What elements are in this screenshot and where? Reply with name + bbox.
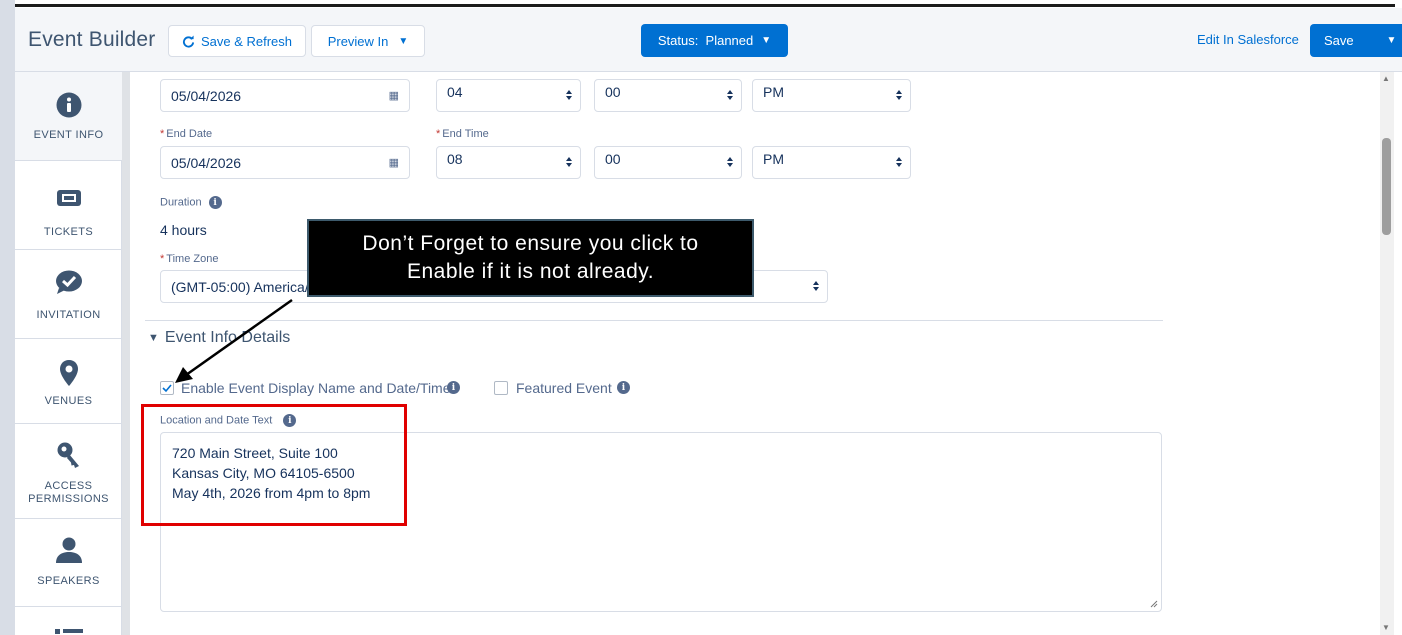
app-title: Event Builder [28,28,156,51]
start-date-value: 05/04/2026 [171,87,242,104]
nav-item-event-info[interactable]: EVENT INFO [15,72,122,161]
nav-scrollbar[interactable] [122,72,130,635]
scroll-down-arrow-icon[interactable]: ▼ [1382,623,1390,632]
info-icon[interactable]: i [208,196,222,209]
start-date-input[interactable]: 05/04/2026 ▦ [160,79,410,112]
window-left-edge [0,0,15,635]
end-time-label: * End Time [436,128,489,140]
start-hour-value: 04 [447,83,463,100]
chevron-down-icon: ▼ [398,35,409,47]
end-ampm-select[interactable]: PM [752,146,911,179]
nav-label: VENUES [44,395,93,407]
end-ampm-value: PM [763,150,784,167]
top-edge-line [15,4,1395,7]
chevron-down-icon: ▼ [761,35,772,46]
highlight-box [141,404,407,526]
select-arrows-icon [896,157,902,167]
form-area: 05/04/2026 ▦ 04 00 PM * End Date * End Tim… [130,72,1380,635]
nav-label: ACCESS PERMISSIONS [28,480,109,505]
chat-check-icon [55,268,83,296]
select-arrows-icon [896,90,902,100]
edit-in-salesforce-link[interactable]: Edit In Salesforce [1197,32,1299,47]
info-icon[interactable]: i [447,381,460,394]
annotation-callout: Don’t Forget to ensure you click to Enab… [307,219,754,297]
save-refresh-label: Save & Refresh [200,33,293,49]
end-hour-select[interactable]: 08 [436,146,581,179]
time-zone-label: * Time Zone [160,253,219,265]
select-arrows-icon [566,157,572,167]
location-pin-icon [55,359,83,387]
select-arrows-icon [566,90,572,100]
featured-event-label[interactable]: Featured Event [516,380,612,396]
enable-display-checkbox[interactable] [160,381,174,395]
checkmark-icon [162,384,172,393]
end-date-value: 05/04/2026 [171,154,242,171]
end-minute-value: 00 [605,150,621,167]
nav-item-invitation[interactable]: INVITATION [15,250,122,339]
nav-item-speakers[interactable]: SPEAKERS [15,519,122,607]
nav-item-tickets[interactable]: TICKETS [15,161,122,250]
refresh-icon [182,34,195,48]
start-minute-select[interactable]: 00 [594,79,742,112]
nav-label: INVITATION [36,309,101,321]
save-menu-caret-icon[interactable]: ▼ [1381,24,1402,57]
list-icon [54,629,83,634]
status-label: Status: Planned [657,33,754,48]
event-info-details-toggle[interactable]: ▼ Event Info Details [148,329,290,347]
section-divider [145,320,1163,321]
app-header: Event Builder Save & Refresh Preview In … [15,8,1402,72]
select-arrows-icon [727,90,733,100]
enable-display-label[interactable]: Enable Event Display Name and Date/Time [181,380,451,396]
select-arrows-icon [727,157,733,167]
preview-in-button[interactable]: Preview In ▼ [311,25,425,57]
scrollbar-thumb[interactable] [1382,138,1391,235]
nav-label: EVENT INFO [33,129,104,141]
save-refresh-button[interactable]: Save & Refresh [168,25,306,57]
featured-event-checkbox[interactable] [494,381,508,395]
ticket-icon [55,184,83,212]
resize-handle-icon[interactable] [1150,600,1158,608]
calendar-icon[interactable]: ▦ [389,89,399,102]
start-ampm-select[interactable]: PM [752,79,911,112]
calendar-icon[interactable]: ▦ [389,156,399,169]
duration-label: Duration i [160,196,222,209]
status-button[interactable]: Status: Planned ▼ [641,24,788,57]
nav-label: TICKETS [43,226,94,238]
duration-value: 4 hours [160,222,207,238]
caret-down-icon: ▼ [148,332,159,344]
info-icon[interactable]: i [617,381,630,394]
nav-label: SPEAKERS [37,575,100,587]
callout-line: Enable if it is not already. [406,260,655,283]
left-nav: EVENT INFO TICKETS INVITATION VENUES ACC… [15,72,122,635]
nav-item-more[interactable] [15,607,122,635]
end-date-input[interactable]: 05/04/2026 ▦ [160,146,410,179]
start-ampm-value: PM [763,83,784,100]
nav-item-access-permissions[interactable]: ACCESS PERMISSIONS [15,424,122,519]
end-hour-value: 08 [447,150,463,167]
callout-line: Don’t Forget to ensure you click to [362,232,699,255]
start-hour-select[interactable]: 04 [436,79,581,112]
scroll-up-arrow-icon[interactable]: ▲ [1382,74,1390,83]
preview-in-label: Preview In [327,33,389,49]
person-icon [55,536,83,564]
nav-item-venues[interactable]: VENUES [15,339,122,424]
end-date-label: * End Date [160,128,213,140]
time-zone-value: (GMT-05:00) America/C [171,278,319,295]
select-arrows-icon [813,281,819,291]
info-icon [55,91,83,119]
key-icon [55,441,83,469]
end-minute-select[interactable]: 00 [594,146,742,179]
start-minute-value: 00 [605,83,621,100]
section-title: Event Info Details [164,329,291,346]
